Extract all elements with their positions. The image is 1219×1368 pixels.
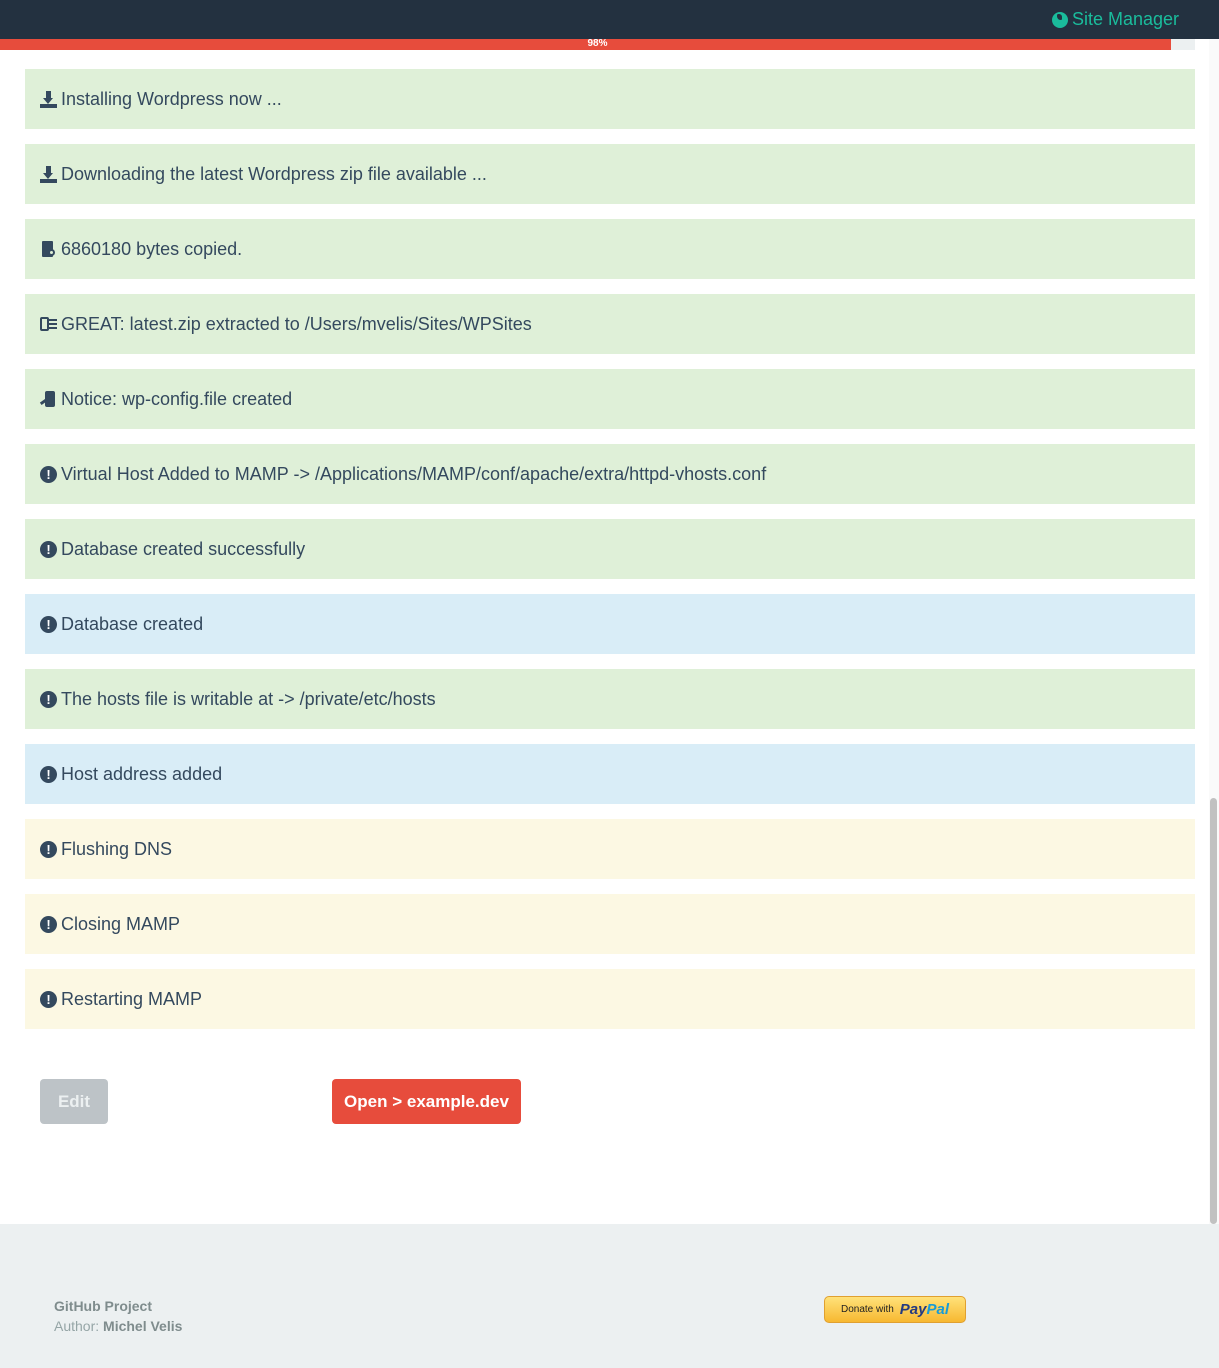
alert-icon: !	[40, 615, 57, 633]
log-item: 6860180 bytes copied.	[25, 219, 1195, 279]
alert-icon: !	[40, 990, 57, 1008]
log-item: ! Restarting MAMP	[25, 969, 1195, 1029]
log-item: Downloading the latest Wordpress zip fil…	[25, 144, 1195, 204]
log-item: Installing Wordpress now ...	[25, 69, 1195, 129]
author-label: Author:	[54, 1318, 100, 1334]
scrollbar-thumb[interactable]	[1210, 798, 1217, 1224]
log-item-text: GREAT: latest.zip extracted to /Users/mv…	[61, 313, 532, 334]
log-item: ! Host address added	[25, 744, 1195, 804]
log-item-text: Flushing DNS	[61, 838, 173, 859]
log-item-text: Installing Wordpress now ...	[61, 88, 282, 109]
log-item-text: Restarting MAMP	[61, 988, 203, 1009]
log-item-text: The hosts file is writable at -> /privat…	[61, 688, 436, 709]
edit-button[interactable]: Edit	[40, 1079, 108, 1124]
log-item: ! Virtual Host Added to MAMP -> /Applica…	[25, 444, 1195, 504]
alert-icon: !	[40, 915, 57, 933]
archive-icon	[40, 316, 57, 333]
log-item-text: Notice: wp-config.file created	[61, 388, 293, 409]
log-item: GREAT: latest.zip extracted to /Users/mv…	[25, 294, 1195, 354]
log-item: ! Database created	[25, 594, 1195, 654]
log-item: ! Database created successfully	[25, 519, 1195, 579]
log-item-text: Closing MAMP	[61, 913, 181, 934]
paypal-logo-pay: Pay	[899, 1301, 927, 1318]
log-item: ! Closing MAMP	[25, 894, 1195, 954]
site-manager-link[interactable]: Site Manager	[1051, 9, 1179, 30]
log-item-text: Database created successfully	[61, 538, 306, 559]
open-site-button[interactable]: Open > example.dev	[332, 1079, 521, 1124]
log-item: ! Flushing DNS	[25, 819, 1195, 879]
install-progress-bar: 98%	[0, 39, 1195, 50]
log-item-text: Database created	[61, 613, 204, 634]
paypal-logo: PayPal	[900, 1301, 949, 1318]
alert-icon: !	[40, 465, 57, 483]
download-icon	[40, 90, 57, 108]
paypal-logo-pal: Pal	[926, 1301, 950, 1318]
brand-label: Site Manager	[1071, 9, 1179, 29]
github-project-link[interactable]: GitHub Project	[54, 1298, 152, 1314]
donate-with-label: Donate with	[840, 1304, 894, 1315]
alert-icon: !	[40, 540, 57, 558]
log-item: ! The hosts file is writable at -> /priv…	[25, 669, 1195, 729]
author-name[interactable]: Michel Velis	[103, 1318, 182, 1334]
progress-label: 98%	[587, 39, 608, 49]
log-item: Notice: wp-config.file created	[25, 369, 1195, 429]
download-icon	[40, 165, 57, 183]
log-item-text: Virtual Host Added to MAMP -> /Applicati…	[61, 463, 767, 484]
file-copy-icon	[40, 240, 57, 258]
alert-icon: !	[40, 690, 57, 708]
log-item-text: Host address added	[61, 763, 223, 784]
author-credit: Author: Michel Velis	[54, 1318, 182, 1334]
alert-icon: !	[40, 840, 57, 858]
log-item-text: Downloading the latest Wordpress zip fil…	[61, 163, 487, 184]
footer: GitHub Project Author: Michel Velis Dona…	[0, 1224, 1219, 1368]
install-log: Installing Wordpress now ... Downloading…	[25, 69, 1195, 1044]
alert-icon: !	[40, 765, 57, 783]
paypal-donate-button[interactable]: Donate with PayPal	[824, 1296, 966, 1323]
top-navbar: Site Manager	[0, 0, 1219, 39]
config-file-icon	[39, 390, 57, 408]
globe-icon	[1051, 11, 1068, 28]
log-item-text: 6860180 bytes copied.	[61, 238, 243, 259]
